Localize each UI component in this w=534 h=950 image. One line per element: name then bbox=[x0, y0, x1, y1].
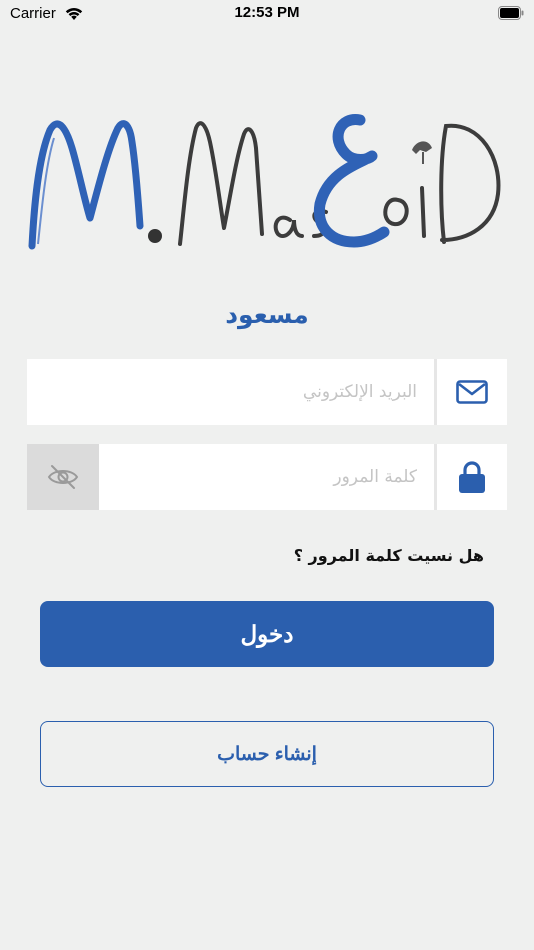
status-bar: Carrier 12:53 PM bbox=[0, 0, 534, 28]
login-button[interactable]: دخول bbox=[40, 601, 494, 667]
create-account-button[interactable]: إنشاء حساب bbox=[40, 721, 494, 787]
password-input[interactable] bbox=[99, 444, 431, 510]
clock: 12:53 PM bbox=[234, 4, 300, 21]
email-input[interactable] bbox=[27, 359, 431, 425]
envelope-icon bbox=[456, 380, 488, 404]
email-icon-box bbox=[434, 359, 507, 425]
battery-icon bbox=[498, 6, 524, 20]
forgot-password-link[interactable]: هل نسيت كلمة المرور ؟ bbox=[294, 546, 484, 565]
brand-logo bbox=[28, 114, 501, 250]
password-field bbox=[27, 444, 507, 510]
password-icon-box bbox=[434, 444, 507, 510]
email-field bbox=[27, 359, 507, 425]
eye-slash-icon bbox=[47, 465, 79, 489]
login-screen: Carrier 12:53 PM مسعود البريد الإلكتروني… bbox=[0, 0, 534, 950]
app-title: مسعود bbox=[225, 300, 309, 329]
password-visibility-toggle[interactable] bbox=[27, 444, 99, 510]
lock-icon bbox=[459, 461, 485, 493]
